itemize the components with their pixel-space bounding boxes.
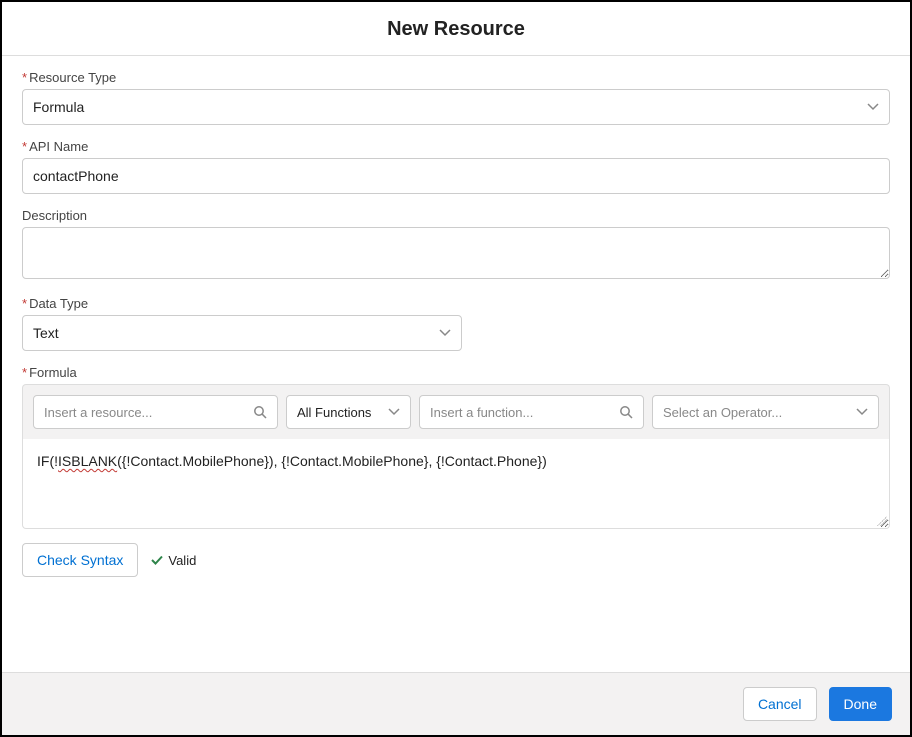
done-button[interactable]: Done [829, 687, 892, 721]
search-icon [253, 405, 267, 419]
syntax-valid-label: Valid [168, 553, 196, 568]
syntax-row: Check Syntax Valid [22, 543, 890, 577]
insert-resource-placeholder: Insert a resource... [44, 405, 152, 420]
formula-field: Formula Insert a resource... All Functio… [22, 365, 890, 529]
insert-function-combobox[interactable]: Insert a function... [419, 395, 644, 429]
function-category-value: All Functions [297, 405, 371, 420]
formula-text-misspelled: ISBLANK [58, 453, 117, 469]
checkmark-icon [150, 553, 164, 567]
new-resource-modal: New Resource Resource Type Formula API N… [0, 0, 912, 737]
resource-type-field: Resource Type Formula [22, 70, 890, 125]
search-icon [619, 405, 633, 419]
modal-body: Resource Type Formula API Name Descripti… [2, 56, 910, 672]
data-type-field: Data Type Text [22, 296, 890, 351]
function-category-combobox[interactable]: All Functions [286, 395, 411, 429]
resource-type-value: Formula [33, 99, 84, 115]
description-textarea[interactable] [22, 227, 890, 279]
insert-function-placeholder: Insert a function... [430, 405, 533, 420]
chevron-down-icon [388, 406, 400, 418]
resource-type-label: Resource Type [22, 70, 890, 85]
syntax-status: Valid [150, 553, 196, 568]
api-name-label: API Name [22, 139, 890, 154]
modal-title: New Resource [2, 2, 910, 56]
modal-footer: Cancel Done [2, 672, 910, 735]
check-syntax-button[interactable]: Check Syntax [22, 543, 138, 577]
description-label: Description [22, 208, 890, 223]
select-operator-combobox[interactable]: Select an Operator... [652, 395, 879, 429]
formula-label: Formula [22, 365, 890, 380]
formula-toolbar: Insert a resource... All Functions Inser… [22, 384, 890, 439]
insert-resource-combobox[interactable]: Insert a resource... [33, 395, 278, 429]
formula-editor[interactable]: IF(!ISBLANK({!Contact.MobilePhone}), {!C… [22, 439, 890, 529]
api-name-field: API Name [22, 139, 890, 194]
resource-type-combobox[interactable]: Formula [22, 89, 890, 125]
select-operator-placeholder: Select an Operator... [663, 405, 782, 420]
data-type-label: Data Type [22, 296, 890, 311]
chevron-down-icon [856, 406, 868, 418]
description-field: Description [22, 208, 890, 282]
chevron-down-icon [439, 327, 451, 339]
data-type-value: Text [33, 325, 59, 341]
formula-text-suffix: ({!Contact.MobilePhone}), {!Contact.Mobi… [117, 453, 547, 469]
api-name-input[interactable] [22, 158, 890, 194]
chevron-down-icon [867, 101, 879, 113]
cancel-button[interactable]: Cancel [743, 687, 817, 721]
data-type-combobox[interactable]: Text [22, 315, 462, 351]
formula-text-prefix: IF(! [37, 453, 58, 469]
